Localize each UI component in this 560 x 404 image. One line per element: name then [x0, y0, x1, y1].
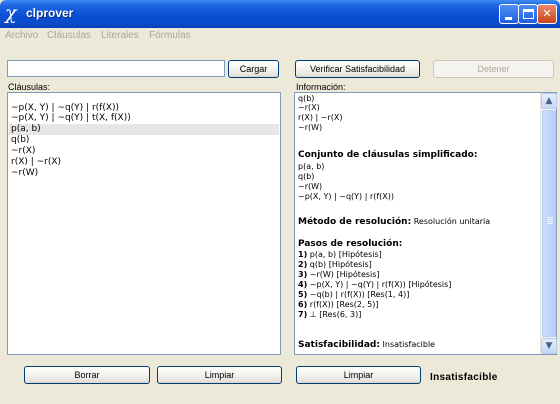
minimize-icon — [505, 17, 512, 20]
clear-info-button[interactable]: Limpiar — [296, 366, 421, 384]
step-line: 7) ⊥ [Res(6, 3)] — [298, 310, 361, 319]
menu-formulas[interactable]: Fórmulas — [149, 30, 191, 41]
stop-button[interactable]: Detener — [433, 60, 554, 78]
scroll-down-button[interactable]: ▼ — [541, 338, 557, 354]
app-logo-icon: χ — [5, 2, 17, 24]
info-line: q(b) — [298, 172, 315, 181]
clause-item[interactable]: ~p(X, Y) | ~q(Y) | t(X, f(X)) — [11, 114, 131, 123]
step-number: 3) — [298, 270, 308, 279]
clause-item[interactable]: ~r(W) — [11, 169, 38, 178]
step-number: 2) — [298, 260, 308, 269]
close-button[interactable]: ✕ — [537, 4, 557, 24]
grip-icon — [547, 217, 553, 218]
clear-clauses-button[interactable]: Limpiar — [157, 366, 282, 384]
info-panel: q(b) ~r(X) r(X) | ~r(X) ~r(W) Conjunto d… — [294, 92, 557, 355]
step-text: ⊥ [Res(6, 3)] — [309, 310, 362, 319]
step-text: r(f(X)) [Res(2, 5)] — [309, 300, 379, 309]
close-icon: ✕ — [542, 7, 552, 20]
sat-label: Satisfacibilidad: — [298, 340, 380, 350]
step-line: 3) ~r(W) [Hipótesis] — [298, 270, 380, 279]
step-text: ~r(W) [Hipótesis] — [309, 270, 380, 279]
maximize-icon — [523, 9, 534, 19]
sat-value: Insatisfacible — [382, 340, 436, 349]
menu-archivo[interactable]: Archivo — [5, 30, 38, 41]
menu-literales[interactable]: Literales — [101, 30, 139, 41]
clause-item[interactable]: q(b) — [11, 136, 29, 145]
check-satisfiability-button[interactable]: Verificar Satisfacibilidad — [295, 60, 420, 78]
chevron-down-icon: ▼ — [545, 341, 553, 351]
step-text: q(b) [Hipótesis] — [309, 260, 372, 269]
title-bar[interactable]: χ clprover ✕ — [0, 0, 560, 28]
method-label: Método de resolución: — [298, 217, 412, 227]
info-line: p(a, b) — [298, 162, 325, 171]
result-status: Insatisfacible — [430, 372, 498, 383]
minimize-button[interactable] — [499, 4, 519, 24]
maximize-button[interactable] — [518, 4, 538, 24]
step-number: 6) — [298, 300, 308, 309]
info-line: ~r(W) — [298, 123, 323, 132]
clause-input[interactable] — [7, 60, 225, 77]
step-number: 5) — [298, 290, 308, 299]
method-line: Método de resolución: Resolución unitari… — [298, 217, 490, 227]
satisfiability-line: Satisfacibilidad: Insatisfacible — [298, 340, 435, 350]
clauses-label: Cláusulas: — [8, 82, 51, 92]
step-line: 4) ~p(X, Y) | ~q(Y) | r(f(X)) [Hipótesis… — [298, 280, 451, 289]
step-text: ~p(X, Y) | ~q(Y) | r(f(X)) [Hipótesis] — [309, 280, 452, 289]
scroll-up-button[interactable]: ▲ — [541, 93, 557, 109]
simplified-title: Conjunto de cláusulas simplificado: — [298, 150, 478, 160]
load-button[interactable]: Cargar — [228, 60, 279, 78]
info-line: q(b) — [298, 94, 315, 103]
info-label: Información: — [296, 82, 346, 92]
delete-button[interactable]: Borrar — [24, 366, 150, 384]
selected-row-highlight — [9, 124, 279, 135]
step-text: ~q(b) | r(f(X)) [Res(1, 4)] — [309, 290, 410, 299]
steps-title: Pasos de resolución: — [298, 239, 403, 249]
step-line: 2) q(b) [Hipótesis] — [298, 260, 372, 269]
clause-item[interactable]: r(X) | ~r(X) — [11, 158, 61, 167]
info-scrollbar[interactable]: ▲ ▼ — [540, 93, 557, 354]
step-text: p(a, b) [Hipótesis] — [309, 250, 382, 259]
clauses-list[interactable]: ~p(X, Y) | ~q(Y) | r(f(X)) ~p(X, Y) | ~q… — [7, 92, 281, 355]
window-title: clprover — [26, 6, 74, 20]
menu-clausulas[interactable]: Cláusulas — [47, 30, 91, 41]
method-value: Resolución unitaria — [413, 217, 491, 226]
scroll-thumb[interactable] — [542, 110, 556, 337]
step-line: 6) r(f(X)) [Res(2, 5)] — [298, 300, 378, 309]
step-line: 5) ~q(b) | r(f(X)) [Res(1, 4)] — [298, 290, 409, 299]
clause-item[interactable]: ~p(X, Y) | ~q(Y) | r(f(X)) — [11, 104, 119, 113]
chevron-up-icon: ▲ — [545, 96, 553, 106]
step-number: 7) — [298, 310, 308, 319]
menu-bar: Archivo Cláusulas Literales Fórmulas — [0, 28, 560, 44]
info-line: ~r(W) — [298, 182, 323, 191]
info-line: ~r(X) — [298, 103, 320, 112]
info-line: r(X) | ~r(X) — [298, 113, 343, 122]
step-number: 1) — [298, 250, 308, 259]
clause-item[interactable]: p(a, b) — [11, 125, 41, 134]
clause-item[interactable]: ~r(X) — [11, 147, 35, 156]
step-number: 4) — [298, 280, 308, 289]
info-line: ~p(X, Y) | ~q(Y) | r(f(X)) — [298, 192, 395, 201]
step-line: 1) p(a, b) [Hipótesis] — [298, 250, 382, 259]
app-window: χ clprover ✕ Archivo Cláusulas Literales… — [0, 0, 560, 404]
